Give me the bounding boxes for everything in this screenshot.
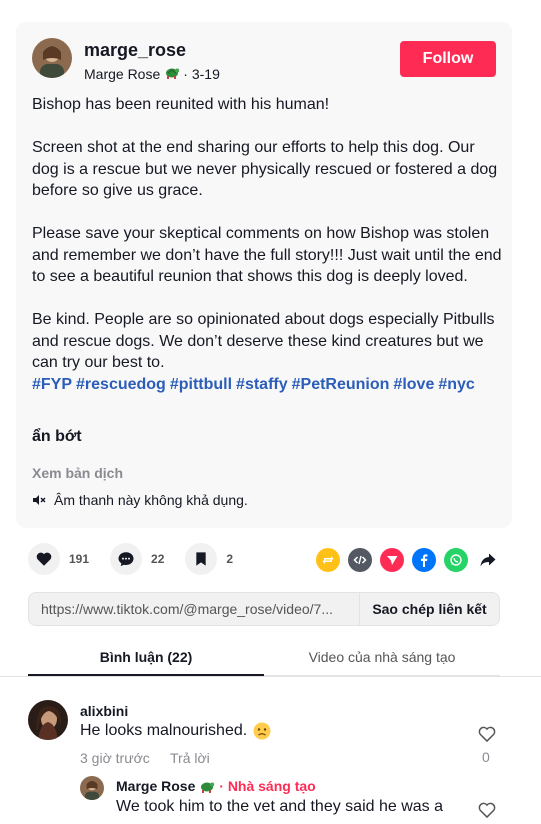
hashtag-link[interactable]: #rescuedog — [76, 376, 166, 393]
share-icons — [316, 548, 508, 572]
author-meta: Marge Rose · 3-19 — [84, 64, 220, 83]
comment-tabs: Bình luận (22) Video của nhà sáng tạo — [28, 640, 500, 676]
bookmark-icon[interactable] — [185, 543, 218, 575]
whatsapp-icon[interactable] — [444, 548, 468, 572]
post-card: marge_rose Marge Rose · 3-19 Follow Bish… — [16, 22, 512, 528]
comment-text-row: He looks malnourished. — [80, 722, 271, 740]
like-count: 191 — [69, 552, 90, 566]
reply-header: Marge Rose · Nhà sáng tạo — [116, 778, 316, 794]
heart-icon[interactable] — [28, 543, 60, 575]
see-translation-link[interactable]: Xem bản dịch — [32, 465, 123, 481]
turtle-emoji-icon — [164, 64, 180, 83]
reply-button[interactable]: Trả lời — [170, 750, 210, 766]
divider — [0, 676, 541, 677]
save-count: 2 — [226, 552, 234, 566]
link-copy-box: https://www.tiktok.com/@marge_rose/video… — [28, 592, 500, 626]
see-less-button[interactable]: ẩn bớt — [32, 428, 82, 446]
follow-button[interactable]: Follow — [400, 41, 496, 77]
author-avatar[interactable] — [32, 38, 72, 78]
repost-icon[interactable] — [316, 548, 340, 572]
muted-speaker-icon — [33, 495, 46, 505]
share-arrow-icon[interactable] — [476, 548, 500, 572]
comment-count: 22 — [151, 552, 165, 566]
post-caption: Bishop has been reunited with his human!… — [32, 94, 502, 395]
turtle-emoji-icon — [199, 778, 215, 794]
comment-like-count: 0 — [482, 749, 490, 765]
hashtag-link[interactable]: #pittbull — [170, 376, 232, 393]
comment-icon[interactable] — [110, 543, 143, 575]
hashtag-link[interactable]: #PetReunion — [292, 376, 390, 393]
post-date: 3-19 — [191, 65, 220, 82]
embed-icon[interactable] — [348, 548, 372, 572]
like-action[interactable]: 191 — [28, 543, 89, 575]
audio-status: Âm thanh này không khả dụng. — [32, 492, 248, 508]
caption-paragraph: Please save your skeptical comments on h… — [32, 225, 502, 285]
reply-avatar[interactable] — [80, 776, 104, 800]
reply-like-heart-icon[interactable] — [477, 800, 497, 824]
author-username[interactable]: marge_rose — [84, 40, 186, 61]
hashtag-link[interactable]: #FYP — [32, 376, 72, 393]
comment-text: He looks malnourished. — [80, 722, 248, 739]
creator-separator: · — [215, 778, 228, 794]
comment-like-heart-icon[interactable] — [477, 724, 497, 749]
action-bar: 191 22 2 — [28, 543, 254, 575]
reply-text: We took him to the vet and they said he … — [116, 798, 443, 815]
caption-paragraph: Be kind. People are so opinionated about… — [32, 311, 495, 371]
hashtag-link[interactable]: #staffy — [236, 376, 288, 393]
reply-username[interactable]: Marge Rose — [116, 778, 195, 794]
hashtag-link[interactable]: #nyc — [438, 376, 474, 393]
worried-face-emoji-icon — [253, 722, 271, 740]
video-link-field[interactable]: https://www.tiktok.com/@marge_rose/video… — [29, 601, 359, 617]
hashtag-link[interactable]: #love — [393, 376, 434, 393]
save-action[interactable]: 2 — [185, 543, 233, 575]
hashtag-list: #FYP #rescuedog #pittbull #staffy #PetReunio… — [32, 374, 502, 396]
author-display-name[interactable]: Marge Rose — [84, 66, 160, 82]
send-icon[interactable] — [380, 548, 404, 572]
commenter-username[interactable]: alixbini — [80, 703, 128, 719]
tab-comments[interactable]: Bình luận (22) — [28, 640, 264, 676]
commenter-avatar[interactable] — [28, 700, 68, 740]
creator-badge: Nhà sáng tạo — [227, 778, 316, 794]
caption-paragraph: Screen shot at the end sharing our effor… — [32, 139, 498, 199]
tab-creator-videos[interactable]: Video của nhà sáng tạo — [264, 640, 500, 676]
facebook-icon[interactable] — [412, 548, 436, 572]
comment-timestamp: 3 giờ trước — [80, 750, 150, 766]
audio-status-text: Âm thanh này không khả dụng. — [54, 492, 248, 508]
copy-link-button[interactable]: Sao chép liên kết — [359, 593, 499, 625]
comment-action[interactable]: 22 — [110, 543, 164, 575]
caption-paragraph: Bishop has been reunited with his human! — [32, 96, 330, 113]
